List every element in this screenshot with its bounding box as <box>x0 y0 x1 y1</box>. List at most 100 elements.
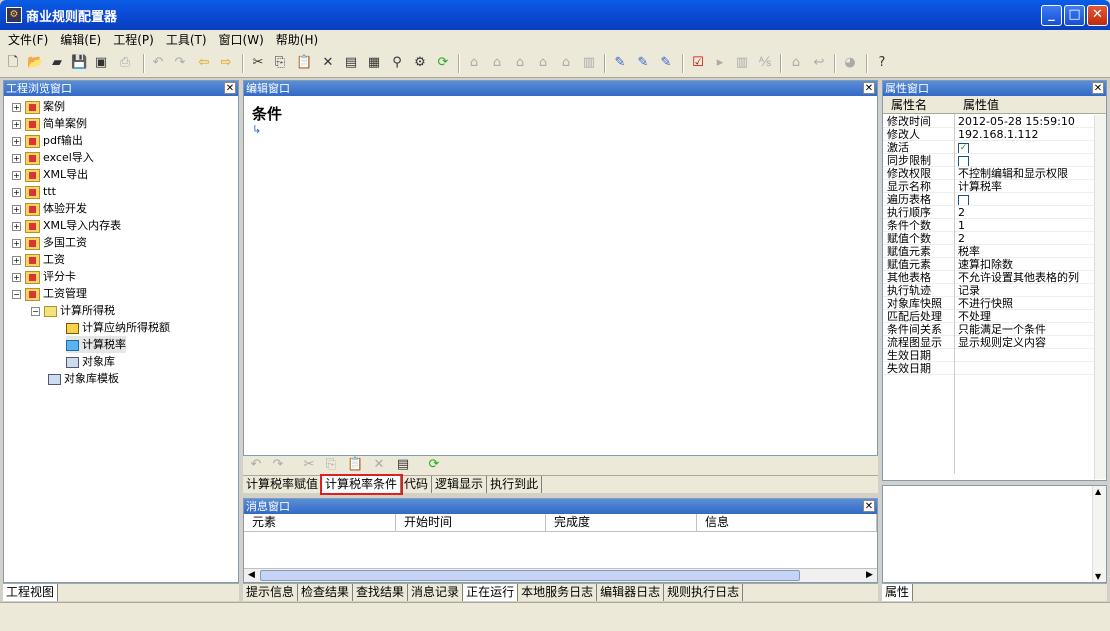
paste-icon[interactable]: 📋 <box>296 55 312 71</box>
refresh-icon[interactable]: ⟳ <box>426 457 442 473</box>
expand-icon[interactable]: + <box>12 221 21 231</box>
expand-icon[interactable]: + <box>12 238 21 248</box>
rule-icon-3[interactable]: ⌂ <box>512 55 528 71</box>
tree-item[interactable]: − 工资管理 <box>12 285 87 302</box>
tab-logic-view[interactable]: 逻辑显示 <box>432 476 488 493</box>
expand-icon[interactable]: + <box>12 272 21 282</box>
property-row[interactable]: 条件间关系 只能满足一个条件 <box>883 323 1096 336</box>
empty-checkbox-icon[interactable] <box>958 194 969 206</box>
property-row[interactable]: 同步限制 <box>883 154 1096 167</box>
tree-item[interactable]: + XML导出 <box>12 166 88 183</box>
export-icon[interactable]: ⌂ <box>788 55 804 71</box>
back-icon[interactable]: ⇦ <box>196 55 212 71</box>
tab-hints[interactable]: 提示信息 <box>243 584 299 601</box>
collapse-icon[interactable]: − <box>31 306 40 316</box>
tab-run-to-here[interactable]: 执行到此 <box>487 476 543 493</box>
new-file-icon[interactable]: 🗋 <box>5 55 21 71</box>
refresh-icon[interactable]: ⟳ <box>435 55 451 71</box>
property-row[interactable]: 赋值个数 2 <box>883 232 1096 245</box>
tab-assignment[interactable]: 计算税率赋值 <box>243 476 323 493</box>
find-icon[interactable]: ⚲ <box>389 55 405 71</box>
tree-item[interactable]: + pdf输出 <box>12 132 83 149</box>
import-icon[interactable]: ↩ <box>811 55 827 71</box>
column-header[interactable]: 信息 <box>697 514 877 531</box>
collapse-icon[interactable]: − <box>12 289 21 299</box>
tree-item[interactable]: + 工资 <box>12 251 65 268</box>
scroll-right-icon[interactable]: ▶ <box>863 569 876 582</box>
expand-icon[interactable]: + <box>12 136 21 146</box>
minimize-button[interactable]: _ <box>1041 5 1062 26</box>
undo-icon[interactable]: ↶ <box>150 55 166 71</box>
tab-properties[interactable]: 属性 <box>882 584 914 601</box>
redo-icon[interactable]: ↷ <box>172 55 188 71</box>
rule-icon-5[interactable]: ⌂ <box>558 55 574 71</box>
property-row[interactable]: 条件个数 1 <box>883 219 1096 232</box>
column-header[interactable]: 完成度 <box>546 514 697 531</box>
tab-editor-log[interactable]: 编辑器日志 <box>597 584 665 601</box>
copy-icon[interactable]: ⎘ <box>323 457 339 473</box>
menu-file[interactable]: 文件(F) <box>2 30 54 50</box>
property-row[interactable]: 执行轨迹 记录 <box>883 284 1096 297</box>
tab-project-view[interactable]: 工程视图 <box>3 584 59 601</box>
tree-item[interactable]: − 计算所得税 <box>31 302 115 319</box>
delete-icon[interactable]: ✕ <box>320 55 336 71</box>
rule-icon-2[interactable]: ⌂ <box>489 55 505 71</box>
check-icon-1[interactable]: ✎ <box>612 55 628 71</box>
property-row[interactable]: 对象库快照 不进行快照 <box>883 297 1096 310</box>
expand-icon[interactable]: + <box>12 119 21 129</box>
property-row[interactable]: 修改权限 不控制编辑和显示权限 <box>883 167 1096 180</box>
tab-search-results[interactable]: 查找结果 <box>353 584 409 601</box>
close-icon[interactable]: ✕ <box>863 82 875 94</box>
tree-item[interactable]: + 多国工资 <box>12 234 87 251</box>
tree-item[interactable]: + 简单案例 <box>12 115 87 132</box>
print-icon[interactable]: ⎙ <box>117 55 133 71</box>
close-icon[interactable]: ✕ <box>1092 82 1104 94</box>
image-icon[interactable]: ▦ <box>366 55 382 71</box>
close-icon[interactable]: ✕ <box>863 500 875 512</box>
menu-window[interactable]: 窗口(W) <box>213 30 270 50</box>
property-row[interactable]: 赋值元素 税率 <box>883 245 1096 258</box>
menu-project[interactable]: 工程(P) <box>107 30 160 50</box>
expand-icon[interactable]: + <box>12 153 21 163</box>
horizontal-scrollbar[interactable]: ◀ ▶ <box>244 568 877 582</box>
menu-help[interactable]: 帮助(H) <box>270 30 324 50</box>
checkmark-icon[interactable]: ✓ <box>958 142 969 154</box>
scroll-down-icon[interactable]: ▼ <box>1095 572 1101 581</box>
tree-item[interactable]: + 体验开发 <box>12 200 87 217</box>
scroll-up-icon[interactable]: ▲ <box>1095 487 1101 496</box>
chart-icon[interactable]: ▥ <box>734 55 750 71</box>
rule-icon-6[interactable]: ▥ <box>581 55 597 71</box>
tree-item[interactable]: + ttt <box>12 183 56 200</box>
settings-icon[interactable]: ⚙ <box>412 55 428 71</box>
property-row[interactable]: 流程图显示 显示规则定义内容 <box>883 336 1096 349</box>
maximize-button[interactable]: □ <box>1064 5 1085 26</box>
property-row[interactable]: 激活 ✓ <box>883 141 1096 154</box>
property-name-header[interactable]: 属性名 <box>891 96 927 114</box>
expand-icon[interactable]: + <box>12 255 21 265</box>
vertical-scrollbar[interactable]: ▲ ▼ <box>1092 486 1106 582</box>
check-icon-3[interactable]: ✎ <box>658 55 674 71</box>
property-row[interactable]: 赋值元素 速算扣除数 <box>883 258 1096 271</box>
property-row[interactable]: 修改人 192.168.1.112 <box>883 128 1096 141</box>
property-row[interactable]: 执行顺序 2 <box>883 206 1096 219</box>
tab-running[interactable]: 正在运行 <box>463 584 519 601</box>
column-header[interactable]: 开始时间 <box>396 514 546 531</box>
tree-item[interactable]: + 案例 <box>12 98 65 115</box>
property-row[interactable]: 修改时间 2012-05-28 15:59:10 <box>883 115 1096 128</box>
property-row[interactable]: 失效日期 <box>883 362 1096 375</box>
tree-item[interactable]: 对象库 <box>66 353 115 370</box>
scrollbar-thumb[interactable] <box>260 570 800 581</box>
open-icon[interactable]: ▰ <box>49 55 65 71</box>
property-row[interactable]: 显示名称 计算税率 <box>883 180 1096 193</box>
cut-icon[interactable]: ✂ <box>301 457 317 473</box>
empty-checkbox-icon[interactable] <box>958 155 969 167</box>
validate-icon[interactable]: ☑ <box>690 55 706 71</box>
analyze-icon[interactable]: ⅍ <box>757 55 773 71</box>
property-row[interactable]: 其他表格 不允许设置其他表格的列 <box>883 271 1096 284</box>
close-icon[interactable]: ✕ <box>224 82 236 94</box>
deploy-icon[interactable]: ◕ <box>842 55 858 71</box>
tab-message-log[interactable]: 消息记录 <box>408 584 464 601</box>
tree-item-selected[interactable]: 计算税率 <box>66 336 126 353</box>
run-icon[interactable]: ▸ <box>712 55 728 71</box>
tree-item[interactable]: 计算应纳所得税额 <box>66 319 170 336</box>
